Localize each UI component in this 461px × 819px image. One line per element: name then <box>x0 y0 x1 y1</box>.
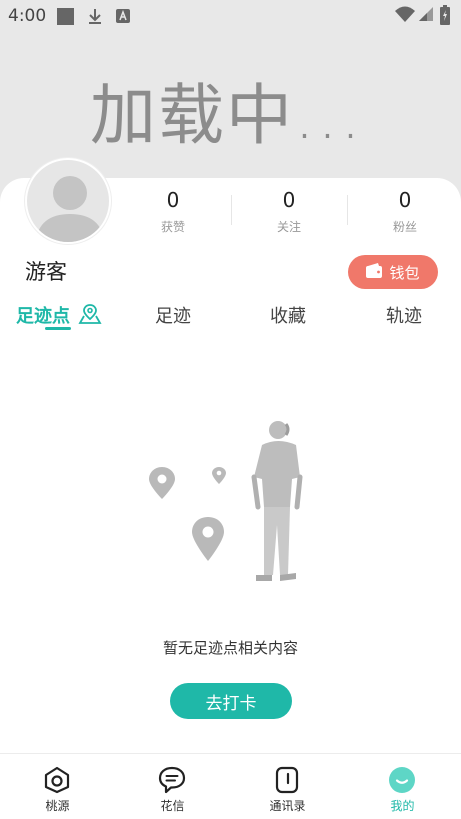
tab-label: 收藏 <box>270 306 306 327</box>
nav-label: 我的 <box>390 799 415 813</box>
chat-icon <box>158 766 186 794</box>
nav-label: 桃源 <box>45 799 70 813</box>
tab-favorites[interactable]: 收藏 <box>270 302 306 328</box>
stat-value: 0 <box>282 188 296 212</box>
stat-value: 0 <box>166 188 180 212</box>
stat-divider <box>231 195 232 225</box>
tab-label: 足迹点 <box>16 306 70 327</box>
tab-footprints[interactable]: 足迹 <box>155 302 191 328</box>
nav-label: 通讯录 <box>269 799 306 813</box>
bottom-nav: 桃源 花信 通讯录 我的 <box>0 753 461 819</box>
active-tab-indicator <box>45 327 71 330</box>
default-avatar-icon <box>35 176 105 242</box>
nav-item-messages[interactable]: 花信 <box>115 754 230 819</box>
tab-label: 轨迹 <box>386 306 422 327</box>
signal-icon <box>418 6 434 26</box>
check-in-button[interactable]: 去打卡 <box>170 683 292 719</box>
contacts-icon <box>273 766 301 794</box>
tab-label: 足迹 <box>155 306 191 327</box>
status-bar: 4:00 <box>0 0 461 32</box>
stat-label: 获赞 <box>160 220 185 234</box>
stat-label: 粉丝 <box>392 220 417 234</box>
wallet-button[interactable]: 钱包 <box>348 255 438 289</box>
wallet-icon <box>366 262 383 282</box>
stat-following[interactable]: 0 关注 <box>239 188 339 235</box>
tab-tracks[interactable]: 轨迹 <box>386 302 422 328</box>
avatar[interactable] <box>25 158 111 244</box>
empty-state-message: 暂无足迹点相关内容 <box>162 639 298 657</box>
nav-item-contacts[interactable]: 通讯录 <box>230 754 345 819</box>
nav-item-taoyuan[interactable]: 桃源 <box>0 754 115 819</box>
standing-person-figure <box>251 421 303 581</box>
camera-icon <box>43 766 71 794</box>
smile-icon <box>388 766 416 794</box>
location-pin-icon <box>149 467 175 499</box>
location-pin-icon <box>192 517 224 561</box>
username: 游客 <box>25 260 67 284</box>
stat-followers[interactable]: 0 粉丝 <box>355 188 455 235</box>
battery-icon <box>440 5 450 29</box>
download-icon <box>86 7 104 30</box>
nav-label: 花信 <box>160 799 185 813</box>
location-pin-icon <box>212 467 226 484</box>
stat-label: 关注 <box>276 220 301 234</box>
map-pin-icon <box>78 303 102 329</box>
wifi-icon <box>394 5 416 27</box>
empty-state-illustration <box>149 421 303 581</box>
tab-footprint-points[interactable]: 足迹点 <box>16 302 70 328</box>
notification-square-icon <box>56 7 75 30</box>
app-notification-icon <box>115 7 131 29</box>
nav-item-me[interactable]: 我的 <box>345 754 460 819</box>
wallet-label: 钱包 <box>389 263 420 282</box>
stat-value: 0 <box>398 188 412 212</box>
status-time: 4:00 <box>8 6 47 26</box>
loading-text: 加载中... <box>90 77 363 154</box>
stat-divider <box>347 195 348 225</box>
stat-likes[interactable]: 0 获赞 <box>123 188 223 235</box>
